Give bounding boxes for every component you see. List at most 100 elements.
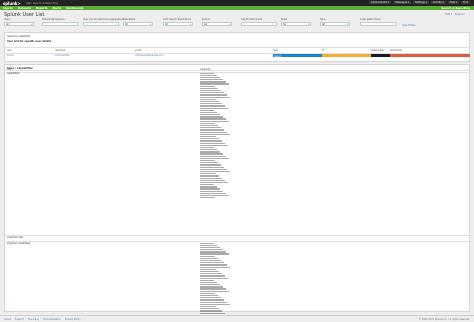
capability-item — [200, 308, 219, 310]
capability-item — [200, 251, 226, 253]
panel-user-list-title: User List for specific user details — [7, 40, 52, 43]
capability-item — [200, 138, 219, 140]
filter-roles-dropdown[interactable]: All ▾ — [281, 22, 311, 26]
filter-default-namespace-input[interactable] — [42, 22, 78, 26]
capability-item — [200, 131, 227, 133]
cell-default-app[interactable] — [371, 53, 390, 57]
chevron-down-icon: ▾ — [308, 23, 310, 26]
capability-item — [200, 288, 226, 290]
capability-item — [200, 149, 217, 151]
cell-tz[interactable] — [322, 53, 371, 57]
menu-settings[interactable]: Settings ▾ — [413, 1, 429, 5]
capability-item — [200, 81, 226, 83]
cell-restrictions[interactable] — [390, 53, 470, 57]
role-imported-capabilities[interactable]: imported capabilities — [7, 242, 30, 245]
menu-messages[interactable]: Messages ▾ — [393, 1, 411, 5]
footer-about[interactable]: About — [4, 318, 11, 321]
filter-label: Type — [320, 18, 326, 21]
filter-label: Auth Search Restrictions — [163, 18, 192, 21]
capability-item — [200, 292, 215, 295]
capability-item — [200, 281, 217, 284]
capability-item — [200, 94, 227, 96]
more-button[interactable]: ... — [468, 13, 470, 16]
capability-item — [200, 266, 230, 268]
chevron-down-icon: ▾ — [190, 23, 192, 26]
cell-realname[interactable]: Administrator — [55, 54, 70, 57]
filter-searched-input[interactable] — [83, 22, 119, 26]
capabilities-panel: Roles / Capabilities role capability cap… — [4, 64, 471, 321]
capability-item — [200, 114, 220, 116]
capability-item — [200, 273, 222, 275]
filter-users-dropdown[interactable]: All ▾ — [4, 22, 34, 26]
edit-button[interactable]: Edit ▾ — [445, 13, 452, 16]
user-menus: Administrator ▾ Messages ▾ Settings ▾ Ac… — [369, 1, 470, 5]
filter-label: Roles — [281, 18, 288, 21]
footer-privacy[interactable]: Privacy Policy — [65, 318, 81, 321]
chevron-down-icon: ▾ — [347, 23, 349, 26]
capability-item — [200, 297, 221, 299]
filter-disk-quota-input[interactable] — [241, 22, 277, 26]
filter-roles: Roles — [281, 18, 287, 21]
filter-type-dropdown[interactable]: All ▾ — [320, 22, 350, 26]
filter-index-restrictions-input[interactable] — [360, 22, 396, 26]
capability-item — [200, 157, 229, 160]
capability-item — [200, 286, 223, 288]
filter-searched: User can be searched (aggregated) — [83, 18, 124, 21]
footer-documentation[interactable]: Documentation — [43, 318, 61, 321]
find-input[interactable]: Find — [461, 1, 470, 5]
footer-support[interactable]: Support — [15, 318, 24, 321]
capability-item — [200, 244, 217, 246]
nav-datasets[interactable]: Datasets — [18, 7, 31, 10]
capability-item — [200, 120, 229, 122]
capability-item — [200, 188, 220, 190]
capability-item — [200, 190, 223, 192]
capability-item — [200, 284, 220, 286]
app-label[interactable]: App: Search & Reporting — [26, 2, 58, 5]
filter-label: Source — [202, 18, 210, 21]
capability-item — [200, 175, 219, 177]
nav-dashboards[interactable]: Dashboards — [66, 7, 83, 10]
menu-help[interactable]: Help ▾ — [447, 1, 460, 5]
capability-item — [200, 129, 224, 131]
user-table: user realname email type tz default_app … — [5, 49, 471, 61]
capability-item — [200, 275, 225, 277]
capability-item — [200, 90, 221, 92]
capability-item — [200, 111, 217, 114]
nav-alerts[interactable]: Alerts — [53, 7, 62, 10]
menu-administrator[interactable]: Administrator ▾ — [369, 1, 392, 5]
capability-item — [200, 160, 215, 162]
capability-item — [200, 153, 223, 155]
capability-item — [200, 177, 222, 179]
menu-activity[interactable]: Activity ▾ — [430, 1, 446, 5]
capability-item — [200, 301, 227, 303]
cell-user[interactable]: admin — [7, 54, 14, 57]
role-capabilities[interactable]: capabilities — [7, 72, 19, 75]
capability-item — [200, 290, 229, 292]
filter-source-dropdown[interactable]: All ▾ — [202, 22, 232, 26]
capability-item — [200, 305, 216, 308]
capability-item — [200, 118, 226, 120]
footer-file-bug[interactable]: File a Bug — [28, 318, 39, 321]
role-imported-roles[interactable]: imported roles — [7, 236, 23, 239]
nav-reports[interactable]: Reports — [36, 7, 47, 10]
cell-email[interactable]: changeme@example.com — [135, 54, 164, 57]
filter-default-namespace: Default Namespace — [42, 18, 65, 21]
capability-item — [200, 173, 216, 175]
capability-item — [200, 140, 222, 142]
capability-item — [200, 122, 215, 125]
capability-item — [200, 184, 214, 186]
app-nav: Search Datasets Reports Alerts Dashboard… — [0, 6, 474, 10]
capability-item — [200, 103, 222, 105]
capability-item — [200, 249, 223, 251]
capability-item — [200, 127, 221, 129]
filter-auth-search-dropdown[interactable]: All ▾ — [163, 22, 193, 26]
hide-filters-link[interactable]: Hide Filters — [402, 24, 415, 27]
nav-search[interactable]: Search — [3, 7, 13, 10]
capability-item — [200, 277, 228, 279]
filter-real-name-dropdown[interactable]: All ▾ — [123, 22, 153, 26]
capability-list — [200, 72, 260, 200]
capability-item — [200, 85, 215, 87]
export-button[interactable]: Export ▾ — [455, 13, 465, 16]
capability-item — [200, 257, 218, 260]
cell-type[interactable]: Splunk — [273, 53, 322, 58]
